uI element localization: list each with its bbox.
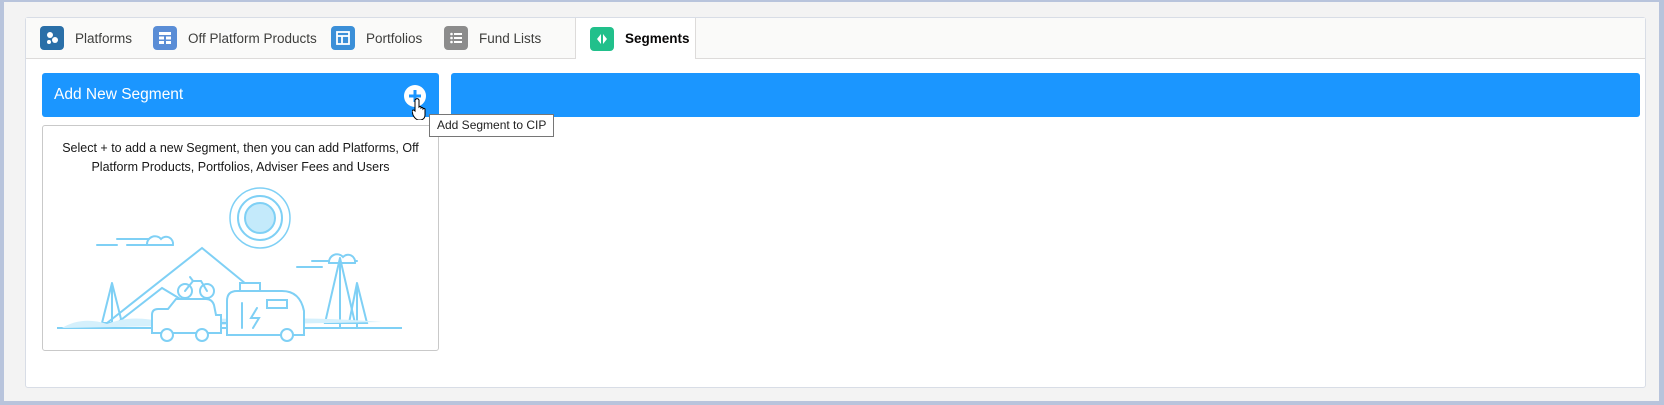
add-segment-title: Add New Segment (54, 86, 184, 103)
list-icon (444, 26, 468, 50)
tab-fund-lists[interactable]: Fund Lists (444, 18, 554, 58)
table-icon (153, 26, 177, 50)
tab-label: Platforms (75, 30, 133, 46)
tab-label: Portfolios (366, 30, 423, 46)
tab-platforms[interactable]: Platforms (40, 18, 150, 58)
tab-label: Fund Lists (479, 30, 542, 46)
add-segment-header: Add New Segment (42, 73, 439, 117)
app-frame: Platforms Off Platform Products Portfoli… (4, 2, 1659, 401)
tab-label: Segments (625, 31, 690, 46)
camping-illustration (57, 187, 402, 342)
hand-cursor-icon (412, 98, 426, 120)
add-segment-tooltip: Add Segment to CIP (429, 114, 555, 137)
tab-bar: Platforms Off Platform Products Portfoli… (26, 18, 1645, 59)
platforms-icon (40, 26, 64, 50)
empty-state-panel: Select + to add a new Segment, then you … (42, 125, 439, 351)
tab-segments[interactable]: Segments (575, 18, 696, 59)
tab-portfolios[interactable]: Portfolios (331, 18, 441, 58)
tab-label: Off Platform Products (188, 30, 317, 46)
portfolio-icon (331, 26, 355, 50)
segments-icon (590, 26, 614, 51)
segment-detail-header (451, 73, 1640, 117)
tab-off-platform-products[interactable]: Off Platform Products (153, 18, 328, 58)
empty-state-message: Select + to add a new Segment, then you … (62, 141, 419, 174)
segments-card: Platforms Off Platform Products Portfoli… (25, 17, 1646, 388)
